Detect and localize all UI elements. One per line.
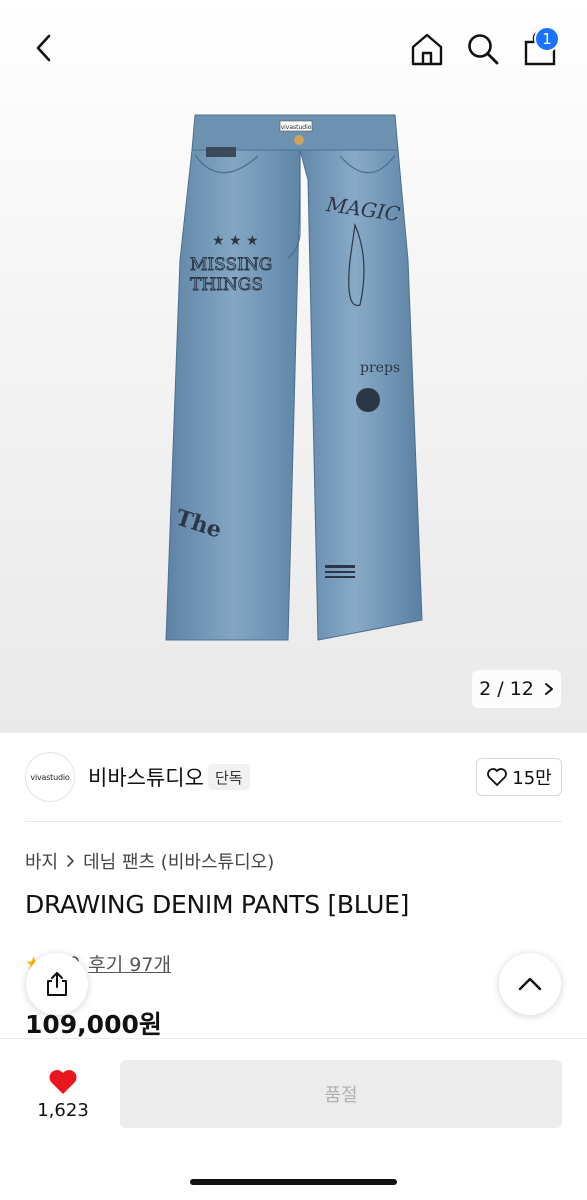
breadcrumb: 바지 데님 팬츠 (비바스튜디오) bbox=[25, 848, 274, 874]
product-image-denim-pants[interactable]: vivastudio ★ ★ ★ MISSING THINGS MAGIC pr… bbox=[150, 110, 440, 650]
search-icon bbox=[468, 34, 499, 65]
brand-like-count: 15만 bbox=[512, 768, 552, 789]
svg-text:★ ★ ★: ★ ★ ★ bbox=[212, 233, 259, 249]
brand-logo[interactable]: vivastudio bbox=[25, 752, 75, 802]
heart-outline-icon bbox=[487, 768, 508, 786]
top-bar: 1 bbox=[0, 0, 587, 96]
product-gallery[interactable]: 1 vivastudio ★ ★ ★ MISSING THINGS MAGIC … bbox=[0, 0, 587, 733]
home-indicator bbox=[190, 1179, 397, 1185]
exclusive-badge: 단독 bbox=[208, 764, 250, 790]
home-icon bbox=[411, 33, 443, 66]
chevron-left-icon bbox=[36, 34, 51, 62]
share-button[interactable] bbox=[26, 953, 88, 1015]
chevron-up-icon bbox=[518, 977, 542, 991]
print-missing-text: MISSING bbox=[190, 255, 272, 275]
scroll-to-top-button[interactable] bbox=[499, 953, 561, 1015]
brand-logo-text: vivastudio bbox=[30, 772, 70, 782]
breadcrumb-subcategory[interactable]: 데님 팬츠 (비바스튜디오) bbox=[83, 848, 274, 874]
soldout-button[interactable]: 품절 bbox=[120, 1060, 562, 1128]
brand-like-button[interactable]: 15만 bbox=[476, 758, 562, 796]
wishlist-count: 1,623 bbox=[37, 1099, 89, 1121]
chevron-right-icon bbox=[67, 855, 74, 867]
waist-label-text: vivastudio bbox=[281, 124, 312, 131]
review-link[interactable]: 후기 97개 bbox=[88, 950, 171, 977]
divider bbox=[25, 821, 562, 822]
print-things-text: THINGS bbox=[190, 275, 263, 295]
wishlist-button[interactable]: 1,623 bbox=[22, 1060, 104, 1128]
breadcrumb-category[interactable]: 바지 bbox=[25, 848, 58, 874]
share-icon bbox=[47, 972, 67, 996]
search-button[interactable] bbox=[460, 26, 506, 72]
heart-filled-icon bbox=[49, 1069, 77, 1094]
pager-text: 2 / 12 bbox=[479, 678, 534, 700]
cart-count-badge: 1 bbox=[534, 26, 560, 52]
gallery-pager[interactable]: 2 / 12 bbox=[472, 670, 561, 708]
print-preps-text: preps bbox=[360, 360, 400, 376]
chevron-right-icon bbox=[544, 683, 553, 695]
product-title: DRAWING DENIM PANTS [BLUE] bbox=[25, 890, 410, 919]
home-button[interactable] bbox=[404, 26, 450, 72]
brand-name[interactable]: 비바스튜디오 bbox=[88, 762, 204, 792]
back-button[interactable] bbox=[22, 26, 66, 70]
